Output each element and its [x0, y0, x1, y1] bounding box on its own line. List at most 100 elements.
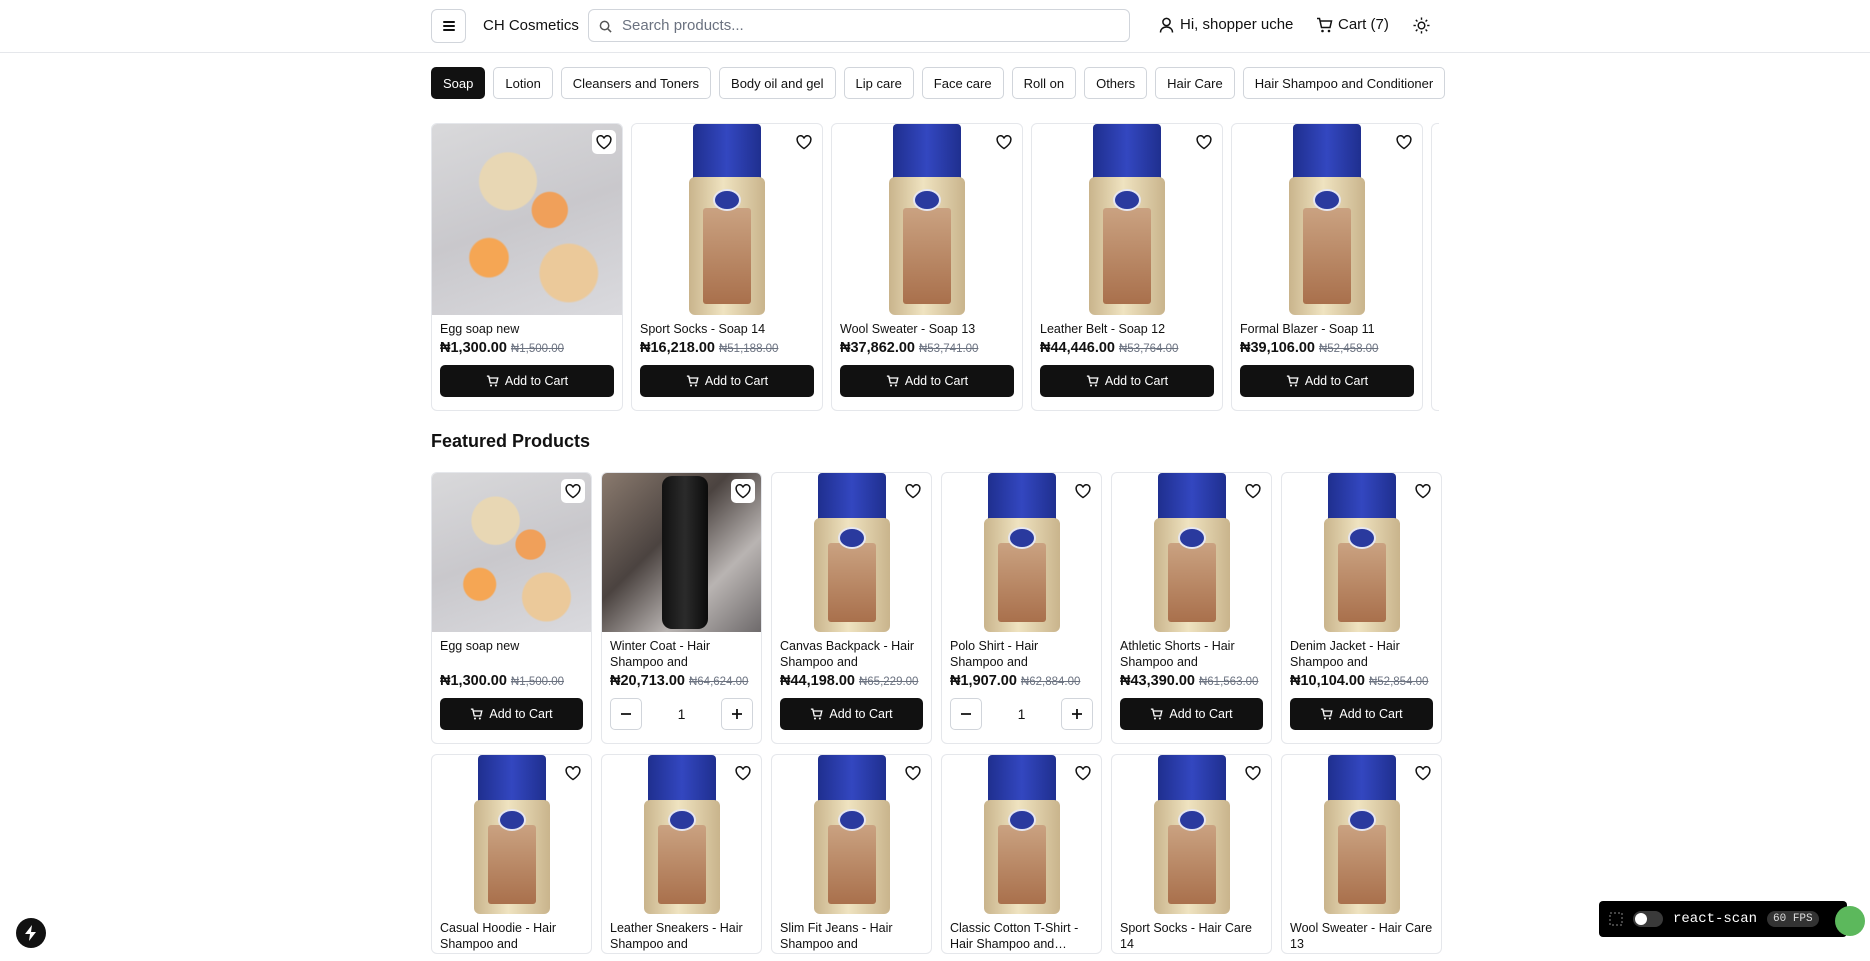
chat-widget[interactable] [1835, 906, 1865, 936]
favorite-button[interactable] [731, 479, 755, 503]
favorite-button[interactable] [561, 761, 585, 785]
favorite-button[interactable] [1241, 761, 1265, 785]
favorite-button[interactable] [1411, 761, 1435, 785]
add-to-cart-label: Add to Cart [1169, 707, 1233, 721]
favorite-button[interactable] [1071, 761, 1095, 785]
product-card[interactable]: Egg soap new ₦1,300.00 ₦1,500.00 Add to Car… [431, 472, 592, 744]
decrease-button[interactable] [610, 698, 642, 730]
user-menu[interactable]: Hi, shopper uche [1159, 16, 1293, 33]
product-name[interactable]: Sport Socks - Hair Care 14 [1120, 920, 1263, 952]
product-card[interactable]: Leather Belt - Soap 12 ₦44,446.00 ₦53,764.… [1031, 123, 1223, 411]
increase-button[interactable] [720, 698, 753, 730]
heart-icon [905, 765, 921, 780]
product-name[interactable]: Casual Hoodie - Hair Shampoo and Conditi… [440, 920, 583, 953]
quantity-value: 1 [677, 706, 686, 722]
cart-icon [1151, 708, 1163, 720]
sun-icon[interactable] [1413, 17, 1430, 34]
add-to-cart-button[interactable]: Add to Cart [1040, 365, 1214, 397]
product-name[interactable]: Egg soap new [440, 321, 614, 337]
product-name[interactable]: Wool Sweater - Hair Care 13 [1290, 920, 1433, 952]
add-to-cart-button[interactable]: Add to Cart [440, 698, 583, 730]
product-card[interactable]: Athletic Shorts - Hair Shampoo and Condi… [1111, 472, 1272, 744]
favorite-button[interactable] [1192, 130, 1216, 154]
add-to-cart-label: Add to Cart [904, 374, 969, 388]
category-tab[interactable]: Body oil and gel [719, 67, 836, 99]
search-input[interactable] [622, 11, 1122, 40]
category-tab[interactable]: Hair Shampoo and Conditioner [1242, 67, 1446, 99]
product-card[interactable]: Slim Fit Jeans - Hair Shampoo and Condit… [771, 754, 932, 954]
product-name[interactable]: Leather Sneakers - Hair Shampoo and Cond… [610, 920, 753, 953]
favorite-button[interactable] [901, 479, 925, 503]
add-to-cart-button[interactable]: Add to Cart [640, 365, 814, 397]
brand-name[interactable]: CH Cosmetics [483, 17, 579, 34]
favorite-button[interactable] [1411, 479, 1435, 503]
product-card[interactable]: Formal Blazer - Soap 11 ₦39,106.00 ₦52,458… [1231, 123, 1423, 411]
category-tab[interactable]: Cleansers and Toners [560, 67, 712, 99]
react-scan-toggle[interactable] [1633, 911, 1663, 927]
category-tab[interactable]: Roll on [1011, 67, 1077, 99]
product-price: ₦1,300.00 ₦1,500.00 [440, 340, 564, 356]
product-card[interactable]: Canvas Backpack - Hair Shampoo and Condi… [771, 472, 932, 744]
category-tab[interactable]: Others [1084, 67, 1148, 99]
add-to-cart-label: Add to Cart [1339, 707, 1403, 721]
increase-button[interactable] [1060, 698, 1093, 730]
add-to-cart-button[interactable]: Add to Cart [1290, 698, 1433, 730]
product-name[interactable]: Slim Fit Jeans - Hair Shampoo and Condit… [780, 920, 923, 953]
product-name[interactable]: Athletic Shorts - Hair Shampoo and Condi… [1120, 638, 1263, 671]
favorite-button[interactable] [792, 130, 816, 154]
product-card[interactable]: Classic Cotton T-Shirt - Hair Shampoo an… [941, 754, 1102, 954]
add-to-cart-button[interactable]: Add to Cart [840, 365, 1014, 397]
product-name[interactable]: Egg soap new [440, 638, 583, 654]
product-name[interactable]: Polo Shirt - Hair Shampoo and Conditione… [950, 638, 1093, 671]
product-name[interactable]: Winter Coat - Hair Shampoo and Condition… [610, 638, 753, 671]
favorite-button[interactable] [1241, 479, 1265, 503]
product-card[interactable]: Wool Sweater - Soap 13 ₦37,862.00 ₦53,741.… [831, 123, 1023, 411]
product-card-partial[interactable] [1431, 123, 1439, 411]
product-price: ₦37,862.00 ₦53,741.00 [840, 340, 978, 356]
product-price: ₦44,198.00 ₦65,229.00 [780, 673, 918, 689]
favorite-button[interactable] [1392, 130, 1416, 154]
product-image-bottle [689, 124, 765, 315]
favorite-button[interactable] [592, 130, 616, 154]
menu-button[interactable] [431, 9, 466, 43]
product-name[interactable]: Leather Belt - Soap 12 [1040, 321, 1214, 337]
favorite-button[interactable] [992, 130, 1016, 154]
bolt-button[interactable] [16, 918, 46, 948]
select-icon[interactable] [1609, 912, 1623, 926]
category-tab[interactable]: Hair Care [1155, 67, 1235, 99]
product-name[interactable]: Sport Socks - Soap 14 [640, 321, 814, 337]
favorite-button[interactable] [1071, 479, 1095, 503]
add-to-cart-button[interactable]: Add to Cart [1240, 365, 1414, 397]
product-name[interactable]: Denim Jacket - Hair Shampoo and Conditio… [1290, 638, 1433, 671]
product-card[interactable]: Casual Hoodie - Hair Shampoo and Conditi… [431, 754, 592, 954]
product-card[interactable]: Egg soap new ₦1,300.00 ₦1,500.00 Add to Car… [431, 123, 623, 411]
product-name[interactable]: Wool Sweater - Soap 13 [840, 321, 1014, 337]
decrease-button[interactable] [950, 698, 982, 730]
cart-icon [1321, 708, 1333, 720]
category-tab[interactable]: Face care [921, 67, 1004, 99]
product-card[interactable]: Denim Jacket - Hair Shampoo and Conditio… [1281, 472, 1442, 744]
product-name[interactable]: Canvas Backpack - Hair Shampoo and Condi… [780, 638, 923, 671]
product-name[interactable]: Formal Blazer - Soap 11 [1240, 321, 1414, 337]
cart-button[interactable]: Cart (7) [1316, 16, 1389, 33]
product-card[interactable]: Leather Sneakers - Hair Shampoo and Cond… [601, 754, 762, 954]
category-tab[interactable]: Lotion [493, 67, 553, 99]
add-to-cart-button[interactable]: Add to Cart [1120, 698, 1263, 730]
product-card[interactable]: Wool Sweater - Hair Care 13 [1281, 754, 1442, 954]
category-tab[interactable]: Soap [431, 67, 486, 99]
product-card[interactable]: Polo Shirt - Hair Shampoo and Conditione… [941, 472, 1102, 744]
product-image-bottle [1323, 473, 1400, 632]
category-tab[interactable]: Lip care [843, 67, 914, 99]
favorite-button[interactable] [901, 761, 925, 785]
product-card[interactable]: Sport Socks - Hair Care 14₦15,515.00₦69,… [1111, 754, 1272, 954]
product-card[interactable]: Sport Socks - Soap 14 ₦16,218.00 ₦51,188.0… [631, 123, 823, 411]
add-to-cart-button[interactable]: Add to Cart [780, 698, 923, 730]
favorite-button[interactable] [561, 479, 585, 503]
favorite-button[interactable] [731, 761, 755, 785]
product-name[interactable]: Classic Cotton T-Shirt - Hair Shampoo an… [950, 920, 1093, 952]
add-to-cart-button[interactable]: Add to Cart [440, 365, 614, 397]
heart-icon [905, 483, 921, 498]
product-price: ₦20,713.00 ₦64,624.00 [610, 673, 748, 689]
product-card[interactable]: Winter Coat - Hair Shampoo and Condition… [601, 472, 762, 744]
heart-icon [1415, 765, 1431, 780]
